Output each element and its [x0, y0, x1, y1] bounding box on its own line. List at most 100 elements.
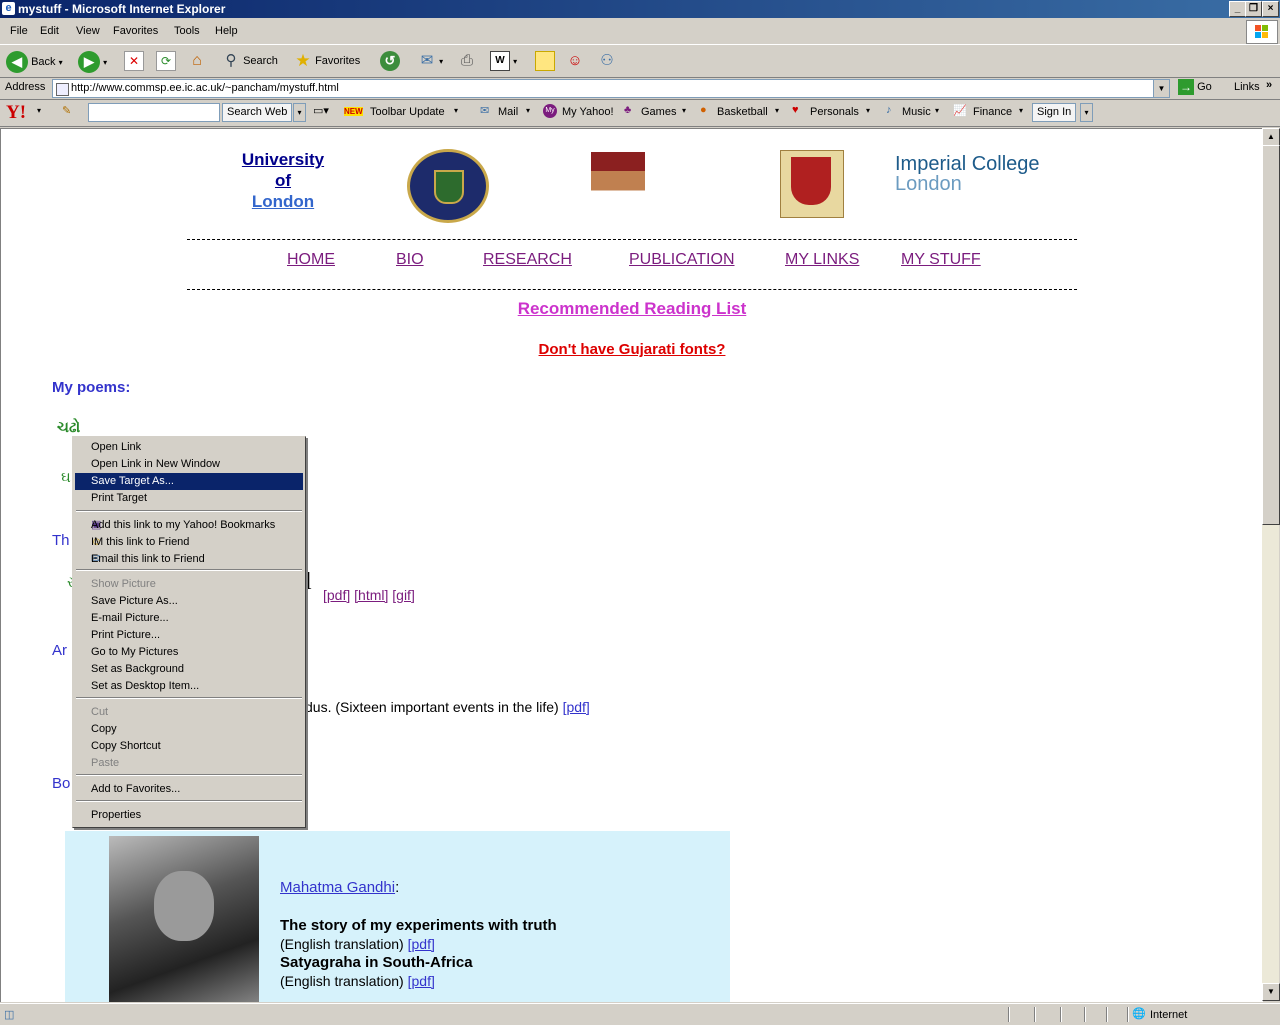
- context-menu-item[interactable]: Go to My Pictures: [75, 644, 303, 661]
- basketball-link[interactable]: Basketball: [717, 106, 768, 118]
- nav-home[interactable]: HOME: [287, 251, 335, 269]
- yahoo-search-input[interactable]: [88, 103, 220, 122]
- sign-in-dropdown[interactable]: ▾: [1080, 103, 1093, 122]
- context-menu-item[interactable]: Print Picture...: [75, 627, 303, 644]
- mail-dropdown[interactable]: ▾: [526, 106, 530, 115]
- gandhi-author-link[interactable]: Mahatma Gandhi: [280, 879, 395, 896]
- context-menu-item[interactable]: Properties: [75, 807, 303, 824]
- gandhi-photo[interactable]: [109, 836, 259, 1002]
- basketball-dropdown[interactable]: ▾: [775, 106, 779, 115]
- menu-separator: [76, 569, 302, 571]
- nav-my-links[interactable]: MY LINKS: [785, 251, 859, 269]
- messenger-button[interactable]: ☺: [566, 51, 584, 71]
- gujarati-fonts-link[interactable]: Don't have Gujarati fonts?: [1, 341, 1263, 358]
- maximize-button[interactable]: ❐: [1245, 1, 1262, 17]
- nav-bio[interactable]: BIO: [396, 251, 424, 269]
- toolbar-update-link[interactable]: Toolbar Update: [370, 106, 445, 118]
- history-button[interactable]: ↺: [380, 51, 400, 72]
- toolbar-update-dropdown[interactable]: ▾: [454, 106, 458, 115]
- context-menu-item[interactable]: Set as Background: [75, 661, 303, 678]
- sign-in-button[interactable]: Sign In: [1032, 103, 1077, 122]
- context-menu-item[interactable]: ✉ Email this link to Friend: [75, 551, 303, 568]
- address-bar: Address http://www.commsp.ee.ic.ac.uk/~p…: [0, 77, 1280, 100]
- menu-help[interactable]: Help: [215, 25, 238, 37]
- edit-button[interactable]: W ▾: [490, 51, 517, 72]
- search-web-button[interactable]: Search Web: [222, 103, 293, 122]
- personals-link[interactable]: Personals: [810, 106, 859, 118]
- book2-pdf-link[interactable]: [pdf]: [408, 973, 435, 989]
- menu-file[interactable]: File: [10, 25, 28, 37]
- poem-link[interactable]: ચઢો: [57, 419, 80, 436]
- yahoo-mail-link[interactable]: Mail: [498, 106, 518, 118]
- msn-button[interactable]: ⚇: [598, 51, 616, 71]
- my-yahoo-link[interactable]: My Yahoo!: [562, 106, 614, 118]
- address-dropdown-button[interactable]: ▼: [1153, 79, 1170, 98]
- context-menu-item[interactable]: Open Link in New Window: [75, 456, 303, 473]
- chevron-right-icon[interactable]: »: [1266, 79, 1272, 91]
- context-menu-item[interactable]: Set as Desktop Item...: [75, 678, 303, 695]
- games-dropdown[interactable]: ▾: [682, 106, 686, 115]
- forward-button[interactable]: ▶ ▾: [78, 51, 107, 73]
- stop-button[interactable]: ✕: [124, 51, 144, 72]
- vertical-scrollbar[interactable]: ▲ ▼: [1262, 128, 1280, 1001]
- pencil-icon[interactable]: ✎: [62, 104, 71, 117]
- search-web-dropdown[interactable]: ▾: [293, 103, 306, 122]
- search-button[interactable]: ⚲ Search: [222, 51, 278, 71]
- context-menu-item[interactable]: Save Target As...: [75, 473, 303, 490]
- home-button[interactable]: ⌂: [188, 51, 206, 71]
- address-input[interactable]: http://www.commsp.ee.ic.ac.uk/~pancham/m…: [52, 79, 1170, 98]
- imperial-college-logo[interactable]: Imperial College London: [895, 154, 1040, 194]
- poem-link-partial[interactable]: ઘ: [61, 469, 71, 486]
- context-menu-item[interactable]: Copy Shortcut: [75, 738, 303, 755]
- context-menu-item[interactable]: Print Target: [75, 490, 303, 507]
- go-button[interactable]: → Go: [1178, 79, 1212, 95]
- popup-blocker-icon[interactable]: ▭▾: [313, 104, 329, 117]
- menu-tools[interactable]: Tools: [174, 25, 200, 37]
- refresh-button[interactable]: ⟳: [156, 51, 176, 72]
- finance-link[interactable]: Finance: [973, 106, 1012, 118]
- context-menu-item[interactable]: ▣ Add this link to my Yahoo! Bookmarks: [75, 517, 303, 534]
- gif-link[interactable]: [gif]: [392, 587, 415, 603]
- games-link[interactable]: Games: [641, 106, 676, 118]
- context-menu-item[interactable]: ☺ IM this link to Friend: [75, 534, 303, 551]
- context-menu-item[interactable]: E-mail Picture...: [75, 610, 303, 627]
- music-link[interactable]: Music: [902, 106, 931, 118]
- context-menu-item[interactable]: Save Picture As...: [75, 593, 303, 610]
- finance-dropdown[interactable]: ▾: [1019, 106, 1023, 115]
- scroll-up-button[interactable]: ▲: [1262, 128, 1280, 146]
- html-link[interactable]: [html]: [354, 587, 388, 603]
- profile-photo[interactable]: [591, 152, 645, 216]
- favorites-button[interactable]: ★ Favorites: [294, 51, 360, 71]
- menu-edit[interactable]: Edit: [40, 25, 59, 37]
- personals-dropdown[interactable]: ▾: [866, 106, 870, 115]
- menu-favorites[interactable]: Favorites: [113, 25, 158, 37]
- scroll-thumb[interactable]: [1262, 145, 1280, 525]
- menu-separator: [76, 510, 302, 512]
- close-button[interactable]: ×: [1262, 1, 1279, 17]
- nav-publication[interactable]: PUBLICATION: [629, 251, 735, 269]
- yahoo-menu-dropdown[interactable]: ▾: [37, 106, 41, 115]
- notes-button[interactable]: [535, 51, 555, 72]
- yahoo-logo-icon[interactable]: Y!: [6, 102, 26, 124]
- menu-view[interactable]: View: [76, 25, 100, 37]
- context-menu-item[interactable]: Open Link: [75, 439, 303, 456]
- context-menu-item[interactable]: Add to Favorites...: [75, 781, 303, 798]
- university-of-london-logo[interactable]: University of London: [233, 149, 333, 212]
- links-label[interactable]: Links: [1234, 81, 1260, 93]
- title-bar: e mystuff - Microsoft Internet Explorer …: [0, 0, 1280, 18]
- mail-button[interactable]: ✉ ▾: [418, 51, 443, 71]
- nav-my-stuff[interactable]: MY STUFF: [901, 251, 981, 269]
- reading-list-link[interactable]: Recommended Reading List: [1, 299, 1263, 319]
- scroll-down-button[interactable]: ▼: [1262, 983, 1280, 1001]
- search-label: Search: [243, 55, 278, 67]
- book1-pdf-link[interactable]: [pdf]: [408, 936, 435, 952]
- back-button[interactable]: ◀ Back ▾: [6, 51, 63, 73]
- pdf-link[interactable]: [pdf]: [323, 587, 350, 603]
- music-dropdown[interactable]: ▾: [935, 106, 939, 115]
- sixteen-events-pdf-link[interactable]: [pdf]: [563, 699, 590, 715]
- nav-research[interactable]: RESEARCH: [483, 251, 572, 269]
- minimize-button[interactable]: _: [1229, 1, 1246, 17]
- back-arrow-icon: ◀: [6, 51, 28, 73]
- context-menu-item[interactable]: Copy: [75, 721, 303, 738]
- print-button[interactable]: ⎙: [458, 51, 476, 71]
